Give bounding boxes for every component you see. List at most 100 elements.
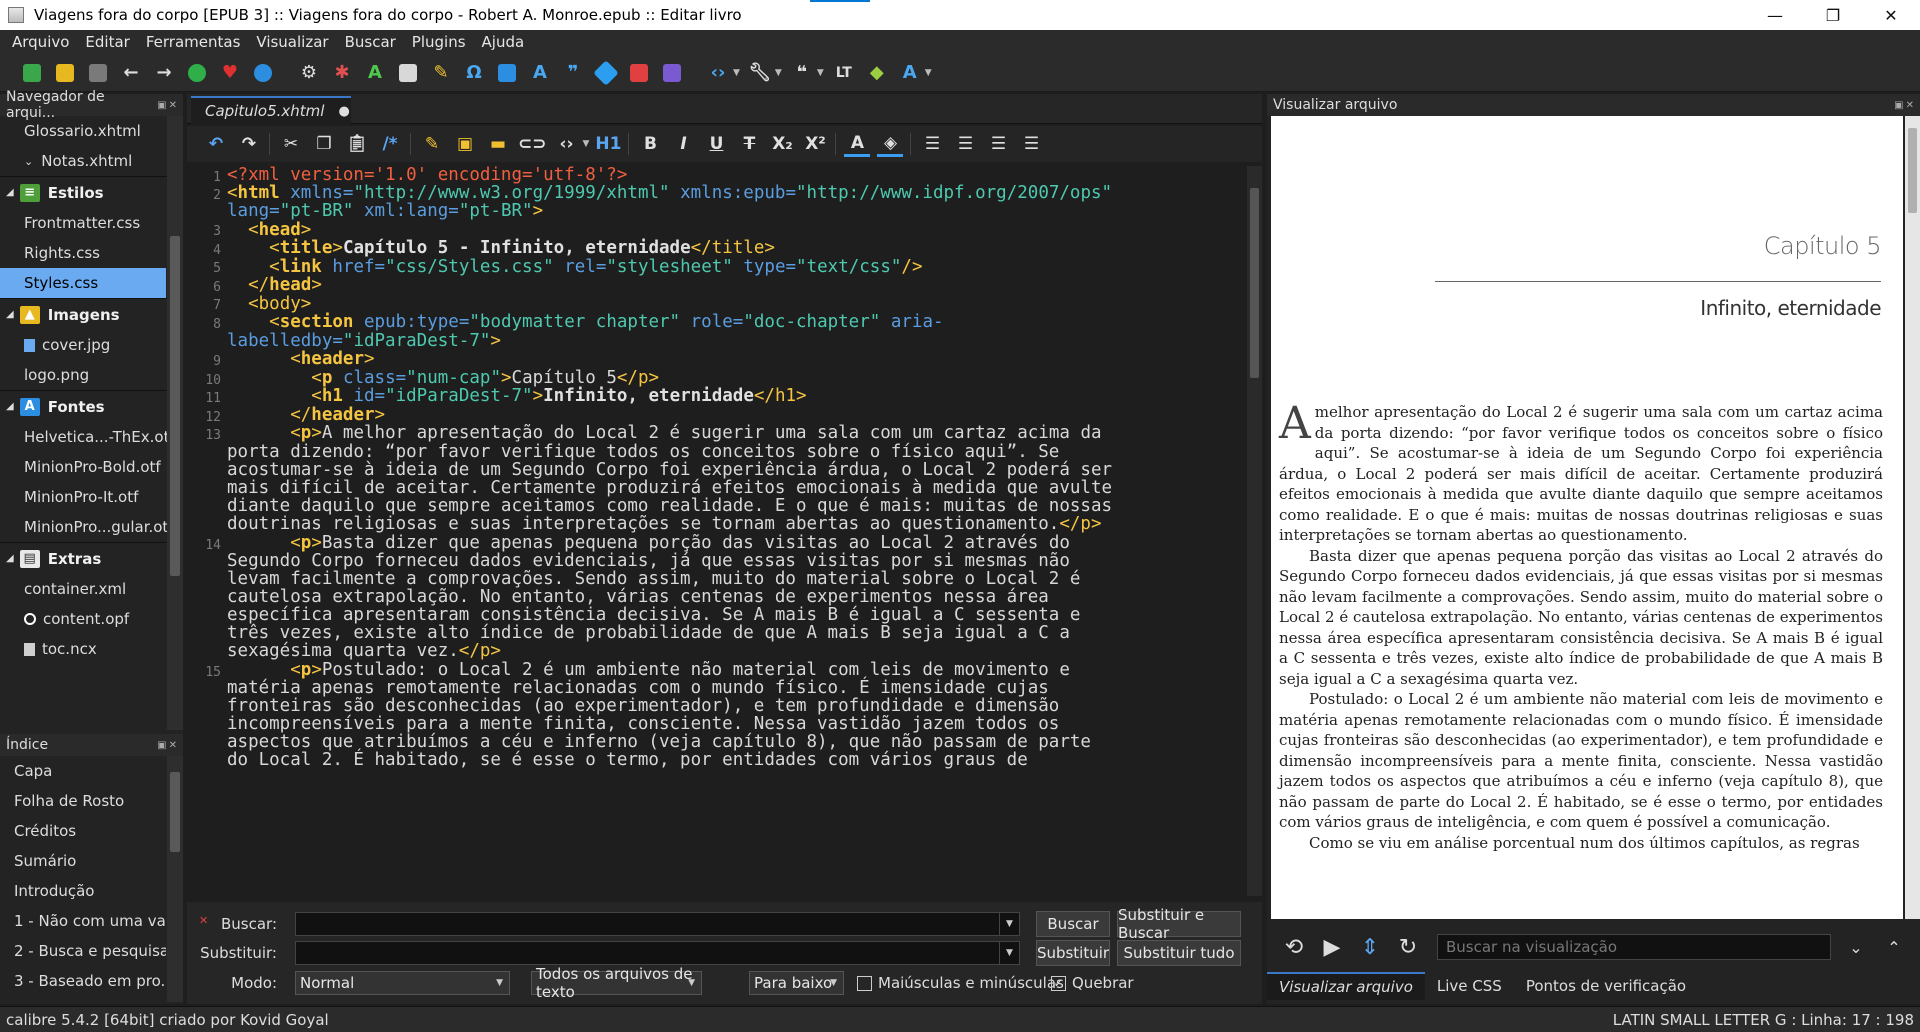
undo-icon[interactable]: ↶ bbox=[203, 131, 229, 157]
checkbox-box[interactable] bbox=[857, 975, 872, 991]
file-item[interactable]: Helvetica...-ThEx.otf bbox=[0, 422, 183, 452]
code-tools-icon[interactable]: ‹› bbox=[704, 59, 732, 87]
toc-item[interactable]: 1 - Não com uma va... bbox=[0, 906, 166, 936]
chevron-down-icon[interactable]: ▼ bbox=[999, 942, 1019, 964]
menu-plugins[interactable]: Plugins bbox=[404, 33, 474, 51]
dock-float-close-icon[interactable]: ▣✕ bbox=[1894, 100, 1916, 111]
play-icon[interactable]: ▶ bbox=[1315, 930, 1349, 964]
menu-ajuda[interactable]: Ajuda bbox=[474, 33, 533, 51]
save-icon[interactable] bbox=[84, 59, 112, 87]
chevron-up-icon[interactable]: ⌃ bbox=[1877, 930, 1911, 964]
toc-item[interactable]: Sumário bbox=[0, 846, 166, 876]
comment-icon[interactable]: /* bbox=[377, 131, 403, 157]
quote-format-icon[interactable]: ❝ bbox=[788, 59, 816, 87]
copy-icon[interactable]: ❐ bbox=[311, 131, 337, 157]
pretty-print-icon[interactable]: ✎ bbox=[419, 131, 445, 157]
align-justify-icon[interactable]: ☰ bbox=[1018, 131, 1044, 157]
replace-button[interactable]: Substituir bbox=[1036, 940, 1110, 966]
menu-arquivo[interactable]: Arquivo bbox=[4, 33, 77, 51]
tab-close-icon[interactable]: ● bbox=[338, 104, 349, 119]
scope-select[interactable]: Todos os arquivos de texto ▼ bbox=[531, 965, 702, 1001]
insert-file-icon[interactable]: ▣ bbox=[452, 131, 478, 157]
toc-item[interactable]: Folha de Rosto bbox=[0, 786, 166, 816]
file-item[interactable]: cover.jpg bbox=[0, 330, 183, 360]
eraser-icon[interactable] bbox=[625, 59, 653, 87]
toc-item[interactable]: Capa bbox=[0, 756, 166, 786]
dock-float-close-icon[interactable]: ▣✕ bbox=[157, 100, 179, 111]
category-fonts[interactable]: ◢ A Fontes bbox=[0, 390, 183, 422]
smarten-quotes-icon[interactable]: ❞ bbox=[559, 59, 587, 87]
insert-link-icon[interactable]: ⊂⊃ bbox=[518, 131, 547, 157]
menu-visualizar[interactable]: Visualizar bbox=[248, 33, 336, 51]
underline-icon[interactable]: U bbox=[703, 131, 729, 157]
toc-edit-icon[interactable] bbox=[658, 59, 686, 87]
chevron-down-icon[interactable]: ▼ bbox=[925, 68, 932, 78]
scrollbar-thumb[interactable] bbox=[1250, 188, 1259, 378]
toc-item[interactable]: 3 - Baseado em pro... bbox=[0, 966, 166, 996]
wrench-css-icon[interactable]: 🔧︎ bbox=[746, 59, 774, 87]
scrollbar-thumb[interactable] bbox=[170, 772, 180, 852]
debug-bug-icon[interactable]: ✱ bbox=[328, 59, 356, 87]
heading-button[interactable]: H1 bbox=[595, 131, 621, 157]
sync-scroll-icon[interactable]: ⇕ bbox=[1353, 930, 1387, 964]
scrollbar-thumb[interactable] bbox=[1908, 128, 1917, 213]
tab-checkpoints[interactable]: Pontos de verificação bbox=[1514, 972, 1698, 1000]
help-icon[interactable] bbox=[249, 59, 277, 87]
replace-all-button[interactable]: Substituir tudo bbox=[1117, 940, 1241, 966]
language-tool-icon[interactable]: LT bbox=[830, 59, 858, 87]
file-item[interactable]: ⌄ Notas.xhtml bbox=[0, 146, 183, 176]
case-sensitive-checkbox[interactable]: Maiúsculas e minúsculas bbox=[857, 974, 1064, 992]
tab-live-css[interactable]: Live CSS bbox=[1425, 972, 1514, 1000]
typography-a-icon[interactable]: A bbox=[896, 59, 924, 87]
chevron-down-icon[interactable]: ⌄ bbox=[1839, 930, 1873, 964]
new-file-icon[interactable] bbox=[18, 59, 46, 87]
strikethrough-icon[interactable]: T bbox=[736, 131, 762, 157]
heart-donate-icon[interactable]: ♥ bbox=[216, 59, 244, 87]
toc-item[interactable]: Créditos bbox=[0, 816, 166, 846]
file-item[interactable]: MinionPro...gular.otf bbox=[0, 512, 183, 542]
background-color-icon[interactable]: ◈ bbox=[877, 131, 904, 157]
auto-reload-icon[interactable]: ⟲ bbox=[1277, 930, 1311, 964]
checkbox-checked-icon[interactable]: ✓ bbox=[1051, 975, 1066, 991]
tag-icon[interactable] bbox=[592, 59, 620, 87]
preview-search-input[interactable]: Buscar na visualização bbox=[1437, 934, 1831, 960]
chevron-down-icon[interactable]: ▼ bbox=[999, 913, 1019, 935]
find-input[interactable]: ▼ bbox=[295, 912, 1020, 936]
text-color-icon[interactable]: A bbox=[844, 131, 871, 157]
file-item[interactable]: Frontmatter.css bbox=[0, 208, 183, 238]
reports-icon[interactable] bbox=[394, 59, 422, 87]
menu-ferramentas[interactable]: Ferramentas bbox=[138, 33, 249, 51]
open-folder-icon[interactable] bbox=[51, 59, 79, 87]
toc-item[interactable]: Introdução bbox=[0, 876, 166, 906]
chevron-down-icon[interactable]: ▼ bbox=[583, 139, 590, 149]
editor-tab[interactable]: Capitulo5.xhtml ● bbox=[191, 96, 351, 124]
special-chars-omega-icon[interactable]: Ω bbox=[460, 59, 488, 87]
redo-arrow-icon[interactable]: → bbox=[150, 59, 178, 87]
check-book-icon[interactable] bbox=[183, 59, 211, 87]
chevron-down-icon[interactable]: ▼ bbox=[775, 68, 782, 78]
bold-icon[interactable]: B bbox=[637, 131, 663, 157]
replace-input[interactable]: ▼ bbox=[295, 941, 1020, 965]
file-item[interactable]: logo.png bbox=[0, 360, 183, 390]
category-images[interactable]: ◢ ▲ Imagens bbox=[0, 298, 183, 330]
file-item-selected[interactable]: Styles.css bbox=[0, 268, 166, 298]
menu-buscar[interactable]: Buscar bbox=[337, 33, 404, 51]
mode-select[interactable]: Normal ▼ bbox=[295, 971, 510, 995]
redo-icon[interactable]: ↷ bbox=[236, 131, 262, 157]
direction-select[interactable]: Para baixo ▼ bbox=[749, 971, 844, 995]
preview-page[interactable]: Capítulo 5 Infinito, eternidade Amelhor … bbox=[1271, 116, 1903, 919]
file-item[interactable]: MinionPro-It.otf bbox=[0, 482, 183, 512]
preferences-gear-icon[interactable]: ⚙ bbox=[295, 59, 323, 87]
replace-and-find-button[interactable]: Substituir e Buscar bbox=[1117, 906, 1241, 942]
file-item[interactable]: content.opf bbox=[0, 604, 183, 634]
spellcheck-icon[interactable]: A bbox=[361, 59, 389, 87]
scrollbar-thumb[interactable] bbox=[170, 236, 180, 576]
align-center-icon[interactable]: ☰ bbox=[952, 131, 978, 157]
file-item[interactable]: MinionPro-Bold.otf bbox=[0, 452, 183, 482]
file-item[interactable]: container.xml bbox=[0, 574, 183, 604]
undo-arrow-icon[interactable]: ← bbox=[117, 59, 145, 87]
index-scrollbar[interactable] bbox=[167, 756, 183, 1002]
category-extras[interactable]: ◢ ▤ Extras bbox=[0, 542, 183, 574]
wrap-checkbox[interactable]: ✓ Quebrar bbox=[1051, 974, 1134, 992]
insert-image-icon[interactable]: ▬ bbox=[485, 131, 511, 157]
